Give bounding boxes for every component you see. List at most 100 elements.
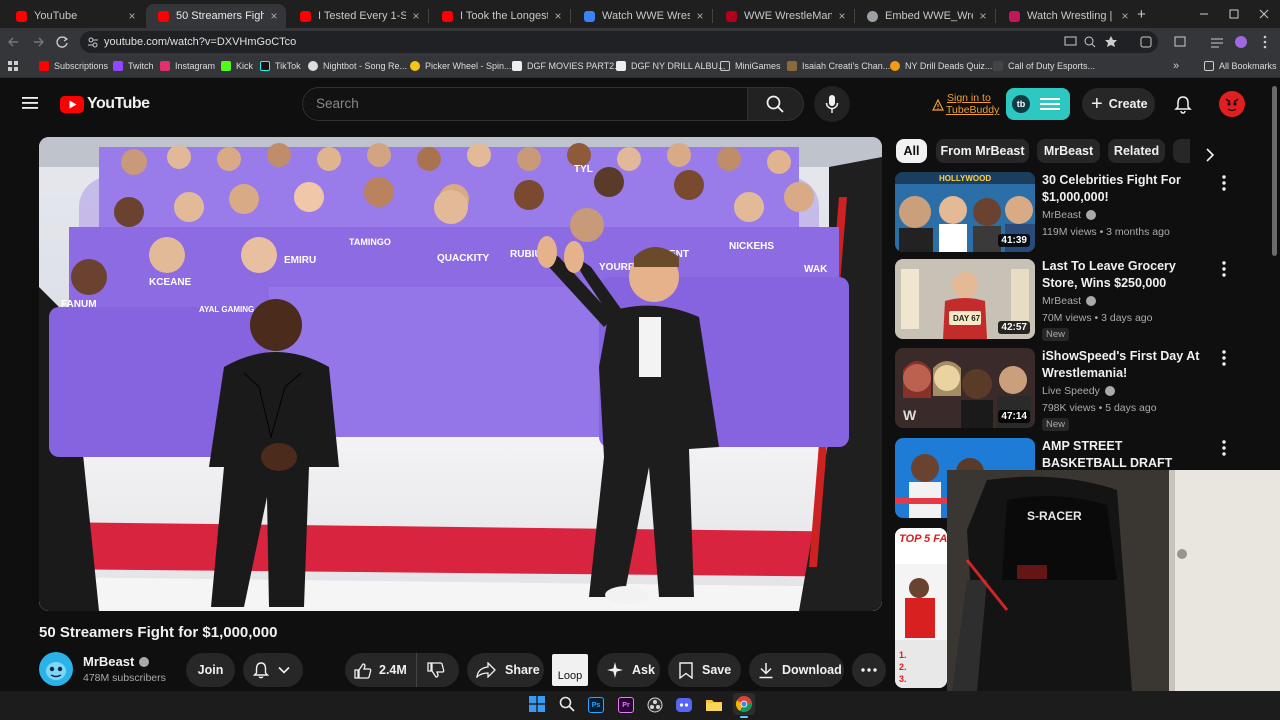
navigation-buttons[interactable] — [8, 35, 70, 49]
more-horizontal-icon — [861, 668, 877, 672]
recommendation-title[interactable]: 30 Celebrities Fight For $1,000,000! — [1042, 172, 1202, 206]
bookmark-isaiah-channel[interactable]: Isaiah Creati's Chan... — [787, 61, 890, 71]
close-tab-icon[interactable]: × — [126, 9, 138, 23]
tiktok-icon — [260, 61, 270, 71]
browser-tab[interactable]: Watch WWE WrestleMania × — [572, 4, 712, 28]
bookmark-ny-drill-quiz[interactable]: NY Drill Deads Quiz... — [890, 61, 992, 71]
bookmarks-overflow-icon[interactable]: » — [1173, 60, 1179, 72]
more-options-icon[interactable] — [1220, 440, 1228, 456]
like-button[interactable]: 2.4M — [345, 653, 417, 687]
recommendation-title[interactable]: Last To Leave Grocery Store, Wins $250,0… — [1042, 258, 1202, 292]
bookmark-nightbot[interactable]: Nightbot - Song Re... — [308, 61, 407, 71]
bookmark-kick[interactable]: Kick — [221, 61, 253, 71]
download-button[interactable]: Download — [749, 653, 844, 687]
obs-icon[interactable] — [647, 697, 663, 713]
tubebuddy-button[interactable]: tb — [1006, 88, 1070, 120]
subscriber-count: 478M subscribers — [83, 672, 166, 684]
all-bookmarks-folder[interactable]: All Bookmarks — [1204, 61, 1277, 71]
page-scrollbar-thumb[interactable] — [1272, 86, 1277, 256]
photoshop-icon[interactable]: Ps — [588, 697, 604, 713]
close-tab-icon[interactable]: × — [1119, 9, 1131, 23]
recommendation-thumbnail[interactable]: HOLLYWOOD 41:39 — [895, 172, 1035, 252]
tab-title: Embed WWE_Wrestleman — [885, 10, 973, 22]
browser-tab[interactable]: WWE WrestleMania 42 Da × — [714, 4, 854, 28]
close-tab-icon[interactable]: × — [268, 9, 280, 23]
browser-tab[interactable]: I Tested Every 1-Star Hotel × — [288, 4, 428, 28]
new-tab-button[interactable]: + — [1137, 6, 1146, 23]
recommendation-channel[interactable]: MrBeast — [1042, 295, 1097, 307]
bookmark-minigames[interactable]: MiniGames — [720, 61, 781, 71]
extension-icons[interactable] — [1139, 34, 1274, 50]
chip-partial[interactable] — [1173, 139, 1190, 163]
windows-start-icon[interactable] — [529, 696, 545, 712]
browser-tab[interactable]: Embed WWE_Wrestleman × — [855, 4, 995, 28]
close-tab-icon[interactable]: × — [410, 9, 422, 23]
recommendation-title[interactable]: iShowSpeed's First Day At Wrestlemania! — [1042, 348, 1202, 382]
browser-tab-active[interactable]: 50 Streamers Fight for $1, × — [146, 4, 286, 28]
url-text[interactable]: youtube.com/watch?v=DXVHmGoCTco — [104, 36, 296, 48]
chair-logo-text: S-RACER — [1027, 509, 1082, 523]
join-button[interactable]: Join — [186, 653, 235, 687]
recommendation-channel[interactable]: MrBeast — [1042, 209, 1097, 221]
more-options-icon[interactable] — [1220, 350, 1228, 366]
browser-tab[interactable]: YouTube × — [4, 4, 144, 28]
address-bar-actions[interactable] — [1064, 35, 1122, 49]
recommendation-title[interactable]: AMP STREET BASKETBALL DRAFT — [1042, 438, 1202, 472]
bookmark-dgf-movies[interactable]: DGF MOVIES PART2... — [512, 61, 622, 71]
close-tab-icon[interactable]: × — [836, 9, 848, 23]
more-options-icon[interactable] — [1220, 175, 1228, 191]
recommendation-thumbnail[interactable]: DAY 67 42:57 — [895, 259, 1035, 339]
create-label: Create — [1108, 97, 1148, 111]
recommendation-meta: 70M views • 3 days ago — [1042, 312, 1153, 324]
chevron-right-icon[interactable] — [1205, 148, 1215, 162]
recommendation-thumbnail[interactable]: TOP 5 FA TOU 1. 2. 3. — [895, 528, 947, 688]
bookmark-twitch[interactable]: Twitch — [113, 61, 154, 71]
ask-button[interactable]: Ask — [597, 653, 660, 687]
channel-name-link[interactable]: MrBeast — [83, 654, 150, 669]
more-options-icon[interactable] — [1220, 261, 1228, 277]
account-avatar[interactable] — [1219, 91, 1245, 117]
chip-label: All — [903, 144, 920, 158]
chip-related[interactable]: Related — [1108, 139, 1165, 163]
close-tab-icon[interactable]: × — [552, 9, 564, 23]
thumbs-down-icon[interactable] — [427, 661, 445, 679]
chip-all[interactable]: All — [896, 139, 927, 163]
close-tab-icon[interactable]: × — [977, 9, 989, 23]
tubebuddy-signin-link[interactable]: Sign in to TubeBuddy — [946, 92, 999, 116]
bookmark-subscriptions[interactable]: Subscriptions — [39, 61, 108, 71]
discord-icon[interactable] — [676, 697, 692, 713]
premiere-icon[interactable]: Pr — [618, 697, 634, 713]
window-controls[interactable] — [1198, 8, 1272, 20]
taskbar-search-icon[interactable] — [559, 696, 575, 712]
loop-button[interactable]: Loop — [552, 654, 588, 686]
browser-tab[interactable]: I Took the Longest Train R × — [430, 4, 570, 28]
hamburger-menu-icon[interactable] — [22, 96, 38, 110]
bookmark-dgf-ny-drill[interactable]: DGF NY DRILL ALBU... — [616, 61, 726, 71]
bookmark-cod-esports[interactable]: Call of Duty Esports... — [993, 61, 1095, 71]
close-tab-icon[interactable]: × — [694, 9, 706, 23]
notifications-bell-icon[interactable] — [1174, 95, 1192, 114]
browser-tab[interactable]: Watch Wrestling | Watch W × — [997, 4, 1137, 28]
subscribed-notification-button[interactable] — [243, 653, 303, 687]
bookmark-picker-wheel[interactable]: Picker Wheel - Spin... — [410, 61, 512, 71]
document-icon — [512, 61, 522, 71]
recommendation-thumbnail[interactable]: W 47:14 — [895, 348, 1035, 428]
apps-grid-icon[interactable] — [8, 61, 19, 72]
youtube-logo[interactable]: YouTube — [60, 95, 150, 113]
site-info-icon[interactable] — [87, 36, 99, 48]
search-input[interactable] — [302, 87, 748, 121]
recommendation-channel[interactable]: Live Speedy — [1042, 385, 1115, 397]
bookmark-tiktok[interactable]: TikTok — [260, 61, 301, 71]
chip-from-mrbeast[interactable]: From MrBeast — [936, 139, 1029, 163]
create-button[interactable]: + Create — [1082, 88, 1155, 120]
video-player[interactable]: FANUM KCEANE AYAL GAMING EMIRU TAMINGO Q… — [39, 137, 882, 611]
like-dislike-group: 2.4M — [345, 653, 459, 687]
more-actions-button[interactable] — [852, 653, 886, 687]
channel-avatar[interactable] — [39, 652, 73, 686]
bookmark-instagram[interactable]: Instagram — [160, 61, 215, 71]
save-button[interactable]: Save — [668, 653, 741, 687]
share-button[interactable]: Share — [467, 653, 544, 687]
bookmark-label: Instagram — [175, 61, 216, 71]
chip-mrbeast[interactable]: MrBeast — [1037, 139, 1100, 163]
file-explorer-icon[interactable] — [706, 697, 722, 713]
